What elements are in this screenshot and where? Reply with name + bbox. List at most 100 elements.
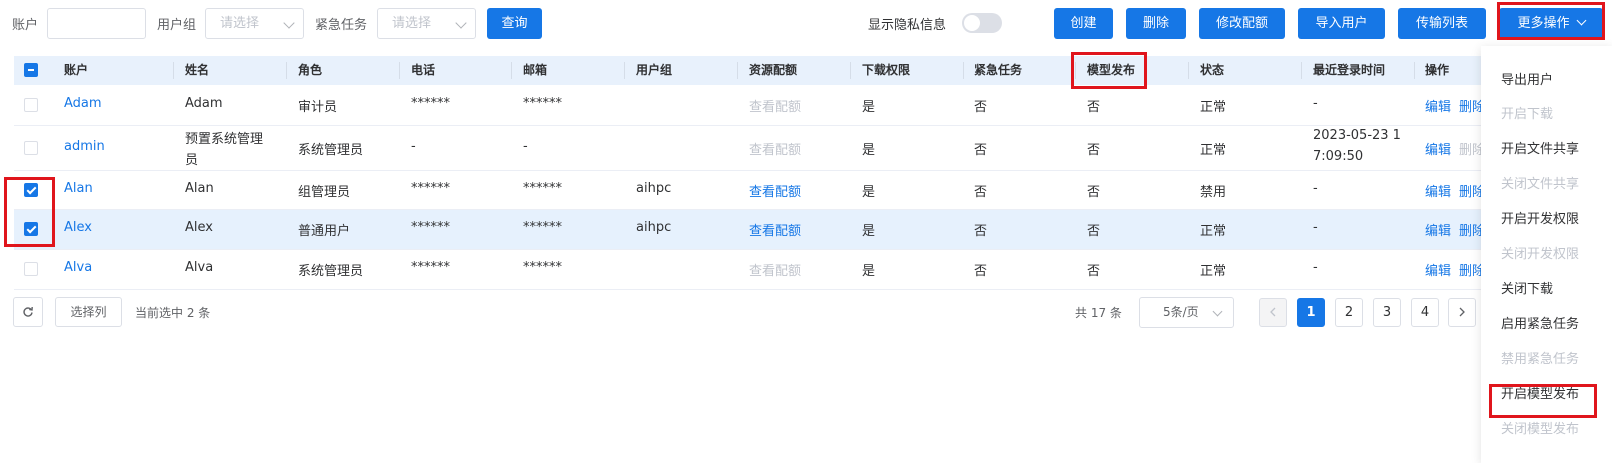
account-filter-input[interactable] [47, 8, 146, 39]
menu-item-disable-download[interactable]: 关闭下载 [1501, 278, 1553, 297]
column-header-status: 状态 [1200, 63, 1225, 77]
privacy-toggle[interactable] [962, 13, 1002, 33]
column-header-role: 角色 [298, 63, 323, 77]
last-login-cell-wrap: 7:09:50 [1313, 149, 1364, 164]
query-button[interactable]: 查询 [487, 8, 542, 39]
refresh-button[interactable] [13, 297, 43, 327]
name-cell: 预置系统管理 [185, 132, 264, 147]
name-cell: Adam [185, 96, 223, 111]
name-cell: Alex [185, 220, 213, 235]
column-header-last-login: 最近登录时间 [1313, 63, 1386, 77]
delete-button[interactable]: 删除 [1126, 8, 1186, 39]
column-divider [624, 62, 625, 79]
create-button[interactable]: 创建 [1054, 8, 1113, 39]
view-quota-link: 查看配额 [749, 100, 802, 115]
urgent-cell: 否 [974, 185, 988, 200]
account-link[interactable]: Alva [64, 260, 92, 275]
edit-link[interactable]: 编辑 [1425, 260, 1451, 279]
view-quota-link[interactable]: 查看配额 [749, 220, 801, 239]
chevron-right-icon [1459, 307, 1465, 317]
table-row: admin 预置系统管理 员 系统管理员 - - 查看配额 是 否 否 正常 2… [14, 126, 1612, 171]
chevron-down-icon [283, 17, 295, 29]
table-row: Alan Alan 组管理员 ****** ****** aihpc 查看配额 … [14, 171, 1612, 210]
name-cell: Alan [185, 181, 214, 196]
last-login-cell: - [1313, 96, 1318, 111]
highlight-enable-model-publish [1489, 384, 1597, 418]
column-header-group: 用户组 [636, 63, 673, 77]
download-cell: 是 [862, 264, 876, 279]
column-header-account: 账户 [64, 63, 89, 77]
group-filter-select[interactable]: 请选择 [205, 8, 304, 39]
account-link[interactable]: Alan [64, 181, 93, 196]
column-divider [850, 62, 851, 79]
select-columns-button[interactable]: 选择列 [55, 297, 122, 327]
column-header-phone: 电话 [411, 63, 436, 77]
last-login-cell: - [1313, 181, 1318, 196]
menu-item-export-users[interactable]: 导出用户 [1501, 69, 1553, 88]
refresh-icon [23, 306, 33, 317]
urgent-filter-select[interactable]: 请选择 [377, 8, 476, 39]
role-cell: 系统管理员 [298, 264, 364, 279]
page-size-value: 5条/页 [1163, 305, 1199, 319]
page-button-3[interactable]: 3 [1373, 298, 1401, 327]
row-checkbox[interactable] [24, 262, 38, 276]
column-divider [1188, 62, 1189, 79]
menu-item-disable-file-sharing: 关闭文件共享 [1501, 177, 1580, 192]
column-divider [1301, 62, 1302, 79]
menu-item-disable-dev-permission: 关闭开发权限 [1501, 247, 1580, 262]
status-cell: 正常 [1200, 224, 1227, 239]
edit-quota-button[interactable]: 修改配额 [1199, 8, 1285, 39]
group-filter-label: 用户组 [157, 18, 197, 33]
selected-count-text: 当前选中 2 条 [135, 306, 211, 320]
menu-item-enable-download: 开启下载 [1501, 107, 1554, 122]
view-quota-link[interactable]: 查看配额 [749, 181, 801, 200]
page-button-4[interactable]: 4 [1411, 298, 1439, 327]
status-cell: 禁用 [1200, 185, 1227, 200]
role-cell: 普通用户 [298, 224, 351, 239]
menu-item-enable-file-sharing[interactable]: 开启文件共享 [1501, 138, 1579, 157]
name-cell: Alva [185, 260, 214, 275]
edit-link[interactable]: 编辑 [1425, 220, 1451, 239]
table-header: 账户 姓名 角色 电话 邮箱 用户组 资源配额 下载权限 紧急任务 模型发布 状… [14, 56, 1612, 85]
account-link[interactable]: Alex [64, 220, 92, 235]
urgent-cell: 否 [974, 143, 988, 158]
row-checkbox[interactable] [24, 98, 38, 112]
import-users-button[interactable]: 导入用户 [1298, 8, 1385, 39]
page-button-1[interactable]: 1 [1297, 298, 1325, 327]
name-cell-wrap: 员 [185, 153, 199, 168]
column-divider [737, 62, 738, 79]
download-cell: 是 [862, 143, 876, 158]
urgent-filter-placeholder: 请选择 [392, 16, 432, 31]
group-cell: aihpc [636, 181, 672, 196]
email-cell: ****** [523, 220, 562, 235]
menu-item-enable-urgent-task[interactable]: 启用紧急任务 [1501, 313, 1579, 332]
page-button-2[interactable]: 2 [1335, 298, 1363, 327]
edit-link[interactable]: 编辑 [1425, 181, 1451, 200]
edit-link[interactable]: 编辑 [1425, 96, 1451, 115]
account-link[interactable]: Adam [64, 96, 102, 111]
account-link[interactable]: admin [64, 139, 105, 154]
column-header-quota: 资源配额 [749, 63, 798, 77]
phone-cell: ****** [411, 220, 450, 235]
menu-item-enable-dev-permission[interactable]: 开启开发权限 [1501, 208, 1579, 227]
chevron-down-icon [1212, 306, 1223, 317]
prev-page-button[interactable] [1259, 298, 1287, 327]
select-all-checkbox[interactable] [24, 63, 38, 77]
toggle-knob [964, 15, 980, 31]
email-cell: ****** [523, 96, 562, 111]
column-header-urgent: 紧急任务 [974, 63, 1023, 77]
next-page-button[interactable] [1448, 298, 1476, 327]
table-row: Adam Adam 审计员 ****** ****** 查看配额 是 否 否 正… [14, 85, 1612, 126]
column-header-actions: 操作 [1425, 63, 1450, 77]
column-header-download: 下载权限 [862, 63, 911, 77]
privacy-toggle-label: 显示隐私信息 [868, 18, 947, 33]
transfer-list-button[interactable]: 传输列表 [1398, 8, 1486, 39]
group-cell: aihpc [636, 220, 672, 235]
edit-link[interactable]: 编辑 [1425, 139, 1451, 158]
phone-cell: ****** [411, 181, 450, 196]
page-size-select[interactable]: 5条/页 [1139, 297, 1234, 328]
row-checkbox[interactable] [24, 141, 38, 155]
phone-cell: ****** [411, 260, 450, 275]
highlight-more-actions [1497, 2, 1605, 40]
phone-cell: ****** [411, 96, 450, 111]
